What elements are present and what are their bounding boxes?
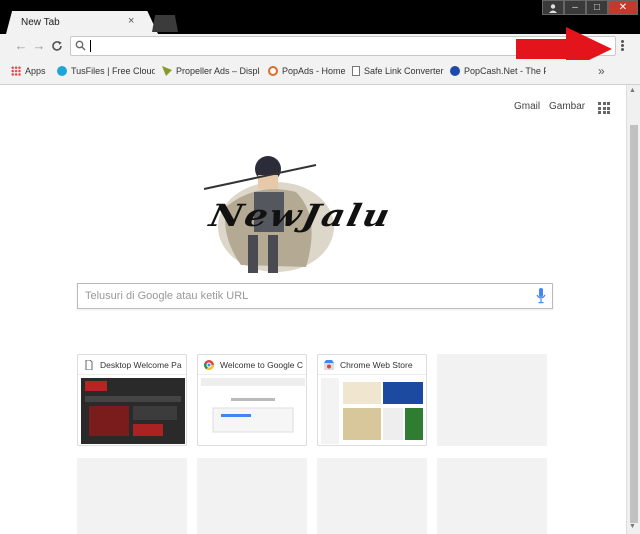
tab-title: New Tab bbox=[21, 17, 60, 28]
most-visited-tile[interactable]: Chrome Web Store bbox=[317, 354, 427, 446]
search-icon bbox=[75, 40, 86, 51]
profile-button[interactable] bbox=[542, 0, 564, 15]
tile-header: Chrome Web Store bbox=[318, 355, 426, 375]
chrome-menu-button[interactable] bbox=[619, 39, 625, 53]
doodle-wordmark: NewJalu bbox=[206, 198, 395, 234]
menu-dot-icon bbox=[620, 44, 624, 47]
bookmark-propeller[interactable]: Propeller Ads – Displa bbox=[162, 66, 260, 76]
text-caret bbox=[90, 40, 91, 52]
page-icon bbox=[352, 66, 360, 76]
tile-thumbnail bbox=[81, 378, 185, 444]
tile-thumbnail bbox=[321, 378, 425, 444]
tile-title: Chrome Web Store bbox=[340, 360, 413, 370]
gmail-link[interactable]: Gmail bbox=[514, 101, 540, 112]
images-link[interactable]: Gambar bbox=[549, 101, 585, 112]
forward-button[interactable]: → bbox=[31, 38, 47, 54]
scroll-down-icon[interactable]: ▼ bbox=[629, 523, 636, 530]
bookmarks-bar: Apps TusFiles | Free Cloud S Propeller A… bbox=[0, 60, 640, 85]
bookmark-safelink[interactable]: Safe Link Converter bbox=[352, 66, 444, 76]
tab-new-tab[interactable]: New Tab × bbox=[6, 11, 158, 34]
bookmark-tusfiles[interactable]: TusFiles | Free Cloud S bbox=[57, 66, 155, 76]
bookmark-label: Propeller Ads – Displa bbox=[176, 66, 260, 76]
page-scrollbar[interactable]: ▲ ▼ bbox=[626, 85, 640, 534]
popcash-icon bbox=[450, 66, 460, 76]
bookmark-label: Safe Link Converter bbox=[364, 66, 444, 76]
webstore-icon bbox=[324, 360, 334, 370]
empty-tile bbox=[437, 458, 547, 534]
new-tab-button[interactable] bbox=[152, 15, 178, 32]
tile-header: Welcome to Google C bbox=[198, 355, 306, 375]
chrome-icon bbox=[204, 360, 214, 370]
google-search-box[interactable]: Telusuri di Google atau ketik URL bbox=[77, 283, 553, 309]
minimize-button[interactable]: – bbox=[564, 0, 586, 15]
tusfiles-icon bbox=[57, 66, 67, 76]
bookmark-popcash[interactable]: PopCash.Net - The Po bbox=[450, 66, 546, 76]
new-tab-page: Gmail Gambar NewJalu Telusuri di Google … bbox=[0, 85, 626, 534]
maximize-button[interactable]: □ bbox=[586, 0, 608, 15]
bookmarks-overflow-button[interactable]: » bbox=[598, 64, 605, 78]
bookmark-popads[interactable]: PopAds - Home bbox=[268, 66, 348, 76]
close-window-button[interactable]: ✕ bbox=[608, 0, 638, 15]
reload-icon bbox=[52, 41, 62, 51]
google-apps-icon[interactable] bbox=[598, 102, 610, 114]
tile-title: Welcome to Google C bbox=[220, 360, 303, 370]
bookmark-label: PopAds - Home bbox=[282, 66, 346, 76]
scroll-up-icon[interactable]: ▲ bbox=[629, 87, 636, 94]
propeller-icon bbox=[162, 66, 172, 76]
tile-title: Desktop Welcome Pa bbox=[100, 360, 182, 370]
bookmark-label: PopCash.Net - The Po bbox=[464, 66, 546, 76]
microphone-icon[interactable] bbox=[536, 288, 546, 304]
tab-close-icon[interactable]: × bbox=[128, 15, 134, 27]
menu-dot-icon bbox=[620, 48, 624, 51]
bookmark-label: Apps bbox=[25, 66, 46, 76]
tile-thumbnail bbox=[201, 378, 305, 444]
bookmark-apps[interactable]: Apps bbox=[11, 66, 51, 76]
search-placeholder: Telusuri di Google atau ketik URL bbox=[85, 290, 249, 302]
profile-icon bbox=[549, 4, 557, 13]
popads-icon bbox=[268, 66, 278, 76]
empty-tile bbox=[77, 458, 187, 534]
empty-tile bbox=[437, 354, 547, 446]
browser-window: – □ ✕ New Tab × ← → Apps TusFiles | Free… bbox=[0, 0, 640, 534]
back-button[interactable]: ← bbox=[13, 38, 29, 54]
apps-grid-icon bbox=[11, 66, 21, 76]
reload-button[interactable] bbox=[49, 38, 65, 54]
most-visited-tile[interactable]: Desktop Welcome Pa bbox=[77, 354, 187, 446]
scrollbar-thumb[interactable] bbox=[630, 125, 638, 523]
most-visited-tile[interactable]: Welcome to Google C bbox=[197, 354, 307, 446]
empty-tile bbox=[317, 458, 427, 534]
tile-header: Desktop Welcome Pa bbox=[78, 355, 186, 375]
page-icon bbox=[85, 360, 93, 370]
menu-dot-icon bbox=[620, 40, 624, 43]
empty-tile bbox=[197, 458, 307, 534]
bookmark-label: TusFiles | Free Cloud S bbox=[71, 66, 155, 76]
